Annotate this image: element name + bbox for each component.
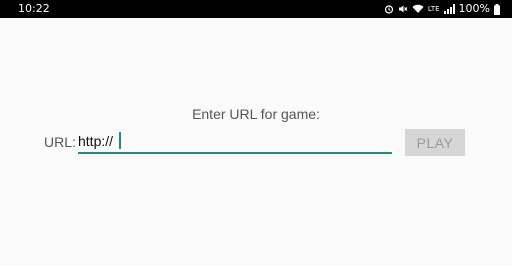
play-button[interactable]: PLAY [405,129,465,156]
status-time: 10:22 [18,2,50,15]
status-icons: LTE 100% [384,0,500,18]
alarm-icon [384,4,394,14]
signal-icon [443,4,455,14]
text-cursor [119,132,121,149]
mute-icon [398,4,408,14]
lte-icon: LTE [427,5,440,13]
wifi-icon [412,4,424,14]
battery-icon [494,3,500,15]
battery-percent: 100% [458,2,490,15]
url-input[interactable] [78,130,392,152]
game-url-screen: Enter URL for game: URL: PLAY [0,18,512,266]
status-bar: 10:22 LTE 100% [0,0,512,18]
url-prompt: Enter URL for game: [192,106,320,122]
url-field[interactable] [78,130,392,154]
url-label: URL: [44,134,76,150]
